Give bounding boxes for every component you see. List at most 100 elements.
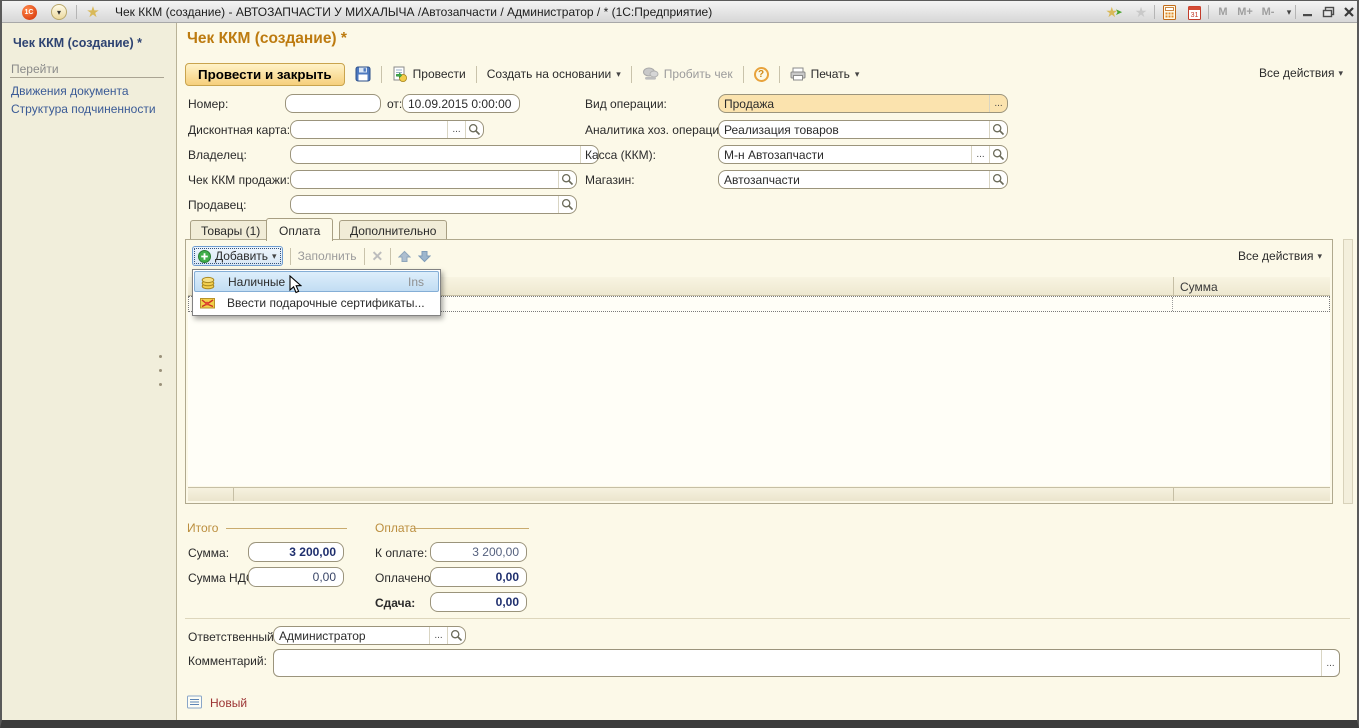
save-button[interactable] <box>351 64 375 84</box>
move-down-button <box>418 250 431 263</box>
kkm-sale-check-search-icon[interactable] <box>558 171 576 188</box>
payment-table-footer <box>188 487 1330 501</box>
operation-kind-choose-button[interactable]: ... <box>989 95 1007 112</box>
star-disabled-icon: ★ <box>1132 4 1150 20</box>
minimize-button[interactable] <box>1299 4 1317 20</box>
status-badge: Новый <box>210 696 247 710</box>
app-area: Чек ККМ (создание) * Перейти Движения до… <box>2 23 1357 720</box>
operation-kind-field[interactable]: Продажа ... <box>718 94 1008 113</box>
favorites-star-icon[interactable]: ★ <box>84 4 102 20</box>
arrow-up-icon <box>398 250 411 263</box>
comment-expand-button[interactable]: ... <box>1321 650 1339 676</box>
analytics-label: Аналитика хоз. операции: <box>585 123 729 137</box>
paid-value[interactable]: 0,00 <box>430 567 527 587</box>
owner-label: Владелец: <box>188 148 247 162</box>
cash-register-field[interactable]: М-н Автозапчасти ... <box>718 145 1008 164</box>
1c-logo-icon[interactable]: 1С <box>20 4 38 20</box>
help-button[interactable]: ? <box>750 65 773 84</box>
add-favorite-star-icon[interactable]: ★➤ <box>1105 4 1123 20</box>
post-button[interactable]: Провести <box>388 64 470 84</box>
delete-row-button: ✕ <box>372 248 384 265</box>
kkm-sale-check-field[interactable] <box>290 170 577 189</box>
kkm-sale-check-label: Чек ККМ продажи: <box>188 173 290 187</box>
operation-kind-label: Вид операции: <box>585 97 667 111</box>
add-plus-icon <box>198 250 211 263</box>
memory-m-button: M <box>1214 4 1232 20</box>
menu-item-cash[interactable]: Наличные Ins <box>194 271 439 292</box>
number-field[interactable] <box>285 94 381 113</box>
tab-payment[interactable]: Оплата <box>266 218 333 241</box>
comment-field[interactable]: ... <box>273 649 1340 677</box>
responsible-field[interactable]: Администратор ... <box>273 626 466 645</box>
sum-value[interactable]: 3 200,00 <box>248 542 344 562</box>
chevron-down-icon: ▾ <box>616 69 621 80</box>
help-icon: ? <box>754 67 769 82</box>
window-title: Чек ККМ (создание) - АВТОЗАПЧАСТИ У МИХА… <box>115 5 712 19</box>
store-search-icon[interactable] <box>989 171 1007 188</box>
sidebar-link-subordination-structure[interactable]: Структура подчиненности <box>11 102 156 116</box>
create-based-on-button[interactable]: Создать на основании▾ <box>483 65 625 83</box>
mouse-cursor <box>289 275 302 294</box>
responsible-choose-button[interactable]: ... <box>429 627 447 644</box>
payment-group-label: Оплата <box>375 521 416 535</box>
responsible-search-icon[interactable] <box>447 627 465 644</box>
tab-goods[interactable]: Товары (1) <box>190 220 271 240</box>
save-icon <box>355 66 371 82</box>
print-button[interactable]: Печать▾ <box>786 65 864 83</box>
menu-item-gift-certificates[interactable]: Ввести подарочные сертификаты... <box>194 292 439 314</box>
store-label: Магазин: <box>585 173 635 187</box>
analytics-field[interactable]: Реализация товаров <box>718 120 1008 139</box>
tab-additional[interactable]: Дополнительно <box>339 220 447 240</box>
move-up-button <box>398 250 411 263</box>
owner-field[interactable]: ... <box>290 145 599 164</box>
add-dropdown-menu: Наличные Ins Ввести подарочные сертифика… <box>192 269 441 316</box>
to-pay-value[interactable]: 3 200,00 <box>430 542 527 562</box>
number-label: Номер: <box>188 97 228 111</box>
app-window: 1С ▾ ★ Чек ККМ (создание) - АВТОЗАПЧАСТИ… <box>0 0 1359 728</box>
punch-check-button: Пробить чек <box>638 65 737 83</box>
close-button[interactable] <box>1340 4 1358 20</box>
discount-card-field[interactable]: ... <box>290 120 484 139</box>
chevron-down-icon: ▾ <box>855 69 860 80</box>
seller-field[interactable] <box>290 195 577 214</box>
comment-label: Комментарий: <box>188 654 267 668</box>
analytics-search-icon[interactable] <box>989 121 1007 138</box>
payment-all-actions-button[interactable]: Все действия▾ <box>1238 249 1322 263</box>
payment-table-body <box>188 296 1330 486</box>
footer-separator <box>185 618 1350 619</box>
document-status-icon <box>187 695 203 709</box>
nav-menu-icon[interactable]: ▾ <box>50 4 68 20</box>
discount-card-search-icon[interactable] <box>465 121 483 138</box>
post-and-close-button[interactable]: Провести и закрыть <box>185 63 345 86</box>
fill-button: Заполнить <box>298 249 357 263</box>
sidebar-link-document-movements[interactable]: Движения документа <box>11 84 129 98</box>
seller-label: Продавец: <box>188 198 247 212</box>
cash-register-search-icon[interactable] <box>989 146 1007 163</box>
sidebar-section-rule <box>10 77 164 78</box>
gift-certificate-icon <box>200 295 216 311</box>
date-label: от: <box>387 97 402 111</box>
add-button[interactable]: Добавить▾ <box>192 246 283 266</box>
cash-register-choose-button[interactable]: ... <box>971 146 989 163</box>
responsible-label: Ответственный: <box>188 630 277 644</box>
page-title: Чек ККМ (создание) * <box>187 30 347 48</box>
sidebar-document-title: Чек ККМ (создание) * <box>13 36 142 50</box>
date-field[interactable]: 10.09.2015 0:00:00 <box>402 94 520 113</box>
amount-column-header[interactable]: Сумма <box>1180 280 1218 294</box>
memory-m-plus-button: M+ <box>1236 4 1254 20</box>
change-value[interactable]: 0,00 <box>430 592 527 612</box>
vertical-scrollbar[interactable] <box>1343 239 1353 504</box>
titlebar: 1С ▾ ★ Чек ККМ (создание) - АВТОЗАПЧАСТИ… <box>2 1 1357 23</box>
calculator-icon[interactable] <box>1160 4 1178 20</box>
discount-card-choose-button[interactable]: ... <box>447 121 465 138</box>
vat-value[interactable]: 0,00 <box>248 567 344 587</box>
all-actions-button[interactable]: Все действия▾ <box>1259 66 1343 80</box>
cash-register-label: Касса (ККМ): <box>585 148 656 162</box>
restore-button[interactable] <box>1319 4 1337 20</box>
sum-label: Сумма: <box>188 546 229 560</box>
discount-card-label: Дисконтная карта: <box>188 123 290 137</box>
store-field[interactable]: Автозапчасти <box>718 170 1008 189</box>
cash-coins-icon <box>201 274 217 290</box>
seller-search-icon[interactable] <box>558 196 576 213</box>
calendar-icon[interactable]: 31 <box>1185 4 1203 20</box>
